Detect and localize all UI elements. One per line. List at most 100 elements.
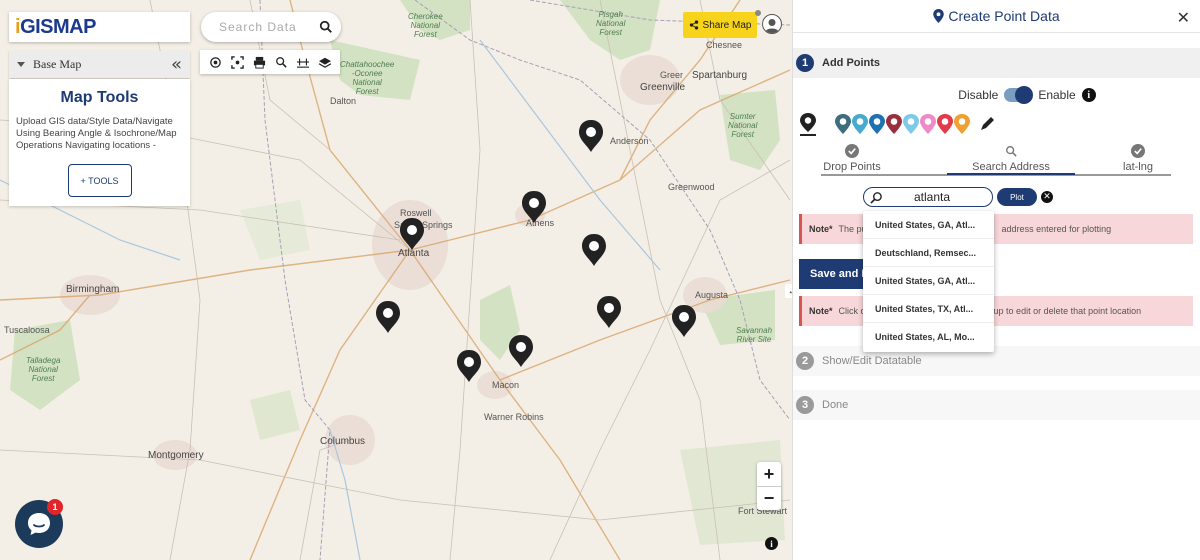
map-label-spartanburg: Spartanburg (692, 70, 748, 81)
map-tools-description: Upload GIS data/Style Data/Navigate Usin… (16, 116, 177, 151)
color-marker-icon[interactable] (903, 114, 919, 134)
tools-button[interactable]: + TOOLS (67, 164, 132, 197)
map-label-augusta: Augusta (695, 290, 729, 300)
suggestion-item[interactable]: United States, GA, Atl... (863, 267, 994, 295)
print-icon[interactable] (251, 54, 267, 70)
step-add-points[interactable]: 1 Add Points (793, 48, 1200, 78)
note-edit-point: Note* Click o opup to edit or delete tha… (799, 296, 1193, 326)
color-marker-icon[interactable] (954, 114, 970, 134)
step-show-edit-datatable[interactable]: 2 Show/Edit Datatable (793, 346, 1200, 376)
suggestion-item[interactable]: Deutschland, Remsec... (863, 239, 994, 267)
marker-color-picker (797, 112, 997, 138)
zoom-in-button[interactable]: + (757, 462, 781, 486)
address-input[interactable] (883, 190, 981, 204)
color-marker-icon[interactable] (937, 114, 953, 134)
map-label-tuscaloosa: Tuscaloosa (4, 325, 50, 335)
address-suggestions-dropdown: United States, GA, Atl... Deutschland, R… (863, 211, 994, 352)
note-text: Click o (838, 306, 866, 316)
color-marker-icon[interactable] (835, 114, 851, 134)
map-label-greenville: Greenville (640, 82, 686, 93)
enable-label: Enable (1038, 88, 1076, 102)
suggestion-item[interactable]: United States, AL, Mo... (863, 323, 994, 351)
map-tools-panel: Map Tools Upload GIS data/Style Data/Nav… (9, 79, 190, 206)
check-icon (845, 144, 859, 158)
clear-icon[interactable]: ✕ (1041, 191, 1053, 203)
search-icon[interactable] (319, 20, 333, 34)
map-label-greer: Greer (660, 70, 684, 80)
locate-icon[interactable] (207, 54, 223, 70)
zoom-out-button[interactable]: − (757, 486, 781, 510)
collapse-icon[interactable]: « (171, 54, 182, 75)
plot-button[interactable]: Plot (997, 188, 1037, 206)
color-marker-icon[interactable] (920, 114, 936, 134)
map-label-anderson: Anderson (610, 136, 649, 146)
map-label-roswell: Roswell (400, 208, 432, 218)
tab-lat-lng[interactable]: lat-lng (1083, 140, 1193, 173)
zoom-search-icon[interactable] (273, 54, 289, 70)
caret-down-icon (17, 62, 25, 67)
info-icon[interactable]: i (1081, 88, 1096, 102)
map-canvas[interactable]: Cherokee National Forest Pisgah National For… (0, 0, 792, 560)
tab-label: Drop Points (823, 161, 881, 173)
tab-label: Search Address (972, 161, 1050, 173)
basemap-toggle[interactable]: Base Map « (9, 51, 190, 78)
user-avatar-icon[interactable] (762, 14, 782, 34)
color-marker-icon[interactable] (852, 114, 868, 134)
suggestion-item[interactable]: United States, GA, Atl... (863, 211, 994, 239)
chat-badge: 1 (47, 499, 63, 515)
note-address: Note* The pu address entered for plottin… (799, 214, 1193, 244)
color-marker-icon[interactable] (886, 114, 902, 134)
fullscreen-icon[interactable] (229, 54, 245, 70)
step-number: 3 (796, 396, 814, 414)
color-marker-list[interactable] (835, 112, 1035, 138)
address-search-box[interactable] (863, 187, 993, 207)
zoom-control: + − (757, 462, 781, 510)
map-info-icon[interactable]: i (765, 537, 778, 550)
search-icon (1004, 144, 1018, 158)
map-label-sumter: Sumter National Forest (728, 112, 758, 139)
step-label: Done (822, 399, 849, 411)
map-tools-title: Map Tools (60, 89, 139, 106)
close-icon[interactable]: ✕ (1177, 8, 1190, 27)
create-point-panel: Create Point Data ✕ 1 Add Points Disable… (792, 0, 1200, 560)
map-label-sandy-springs: Sandy Springs (394, 220, 453, 230)
save-and-plot-button[interactable]: Save and P (799, 259, 869, 289)
selected-marker-icon[interactable] (797, 112, 819, 138)
note-tag: Note* (809, 224, 833, 234)
disable-label: Disable (958, 88, 999, 102)
share-icon (689, 20, 698, 30)
suggestion-item[interactable]: United States, TX, Atl... (863, 295, 994, 323)
tab-search-address[interactable]: Search Address (956, 140, 1066, 173)
search-input[interactable] (219, 20, 319, 34)
enable-toggle[interactable] (1004, 86, 1034, 104)
note-text-end: opup to edit or delete that point locati… (983, 306, 1142, 316)
edit-pencil-icon[interactable] (981, 117, 994, 130)
step-done[interactable]: 3 Done (793, 390, 1200, 420)
map-label-chattahoochee: Chattahoochee -Oconee National Forest (340, 60, 395, 96)
map-label-cherokee: Cherokee National Forest (408, 12, 443, 39)
measure-icon[interactable] (295, 54, 311, 70)
map-label-birmingham: Birmingham (66, 284, 120, 295)
map-search-box[interactable] (201, 12, 341, 42)
note-text-end: address entered for plotting (1001, 224, 1112, 234)
map-label-macon: Macon (492, 380, 520, 390)
location-pin-icon (933, 9, 945, 23)
search-icon (870, 191, 882, 204)
step-label: Add Points (822, 57, 881, 69)
tab-label: lat-lng (1123, 161, 1153, 173)
map-label-chesnee: Chesnee (706, 40, 743, 50)
map-label-savannah-river: Savannah River Site (736, 326, 773, 344)
basemap-label: Base Map (33, 57, 82, 71)
map-label-warner-robins: Warner Robins (484, 412, 544, 422)
share-map-button[interactable]: Share Map (683, 10, 761, 38)
map-toolbar (200, 50, 340, 74)
notification-dot (755, 10, 761, 16)
tab-drop-points[interactable]: Drop Points (797, 140, 907, 173)
layers-icon[interactable] (317, 54, 333, 70)
map-label-atlanta: Atlanta (398, 248, 430, 259)
point-mode-tabs: Drop Points Search Address lat-lng (821, 140, 1171, 176)
chat-button[interactable]: 1 (15, 499, 63, 548)
step-number: 1 (796, 54, 814, 72)
color-marker-icon[interactable] (869, 114, 885, 134)
igismap-logo[interactable]: iGISMAP (9, 12, 190, 42)
